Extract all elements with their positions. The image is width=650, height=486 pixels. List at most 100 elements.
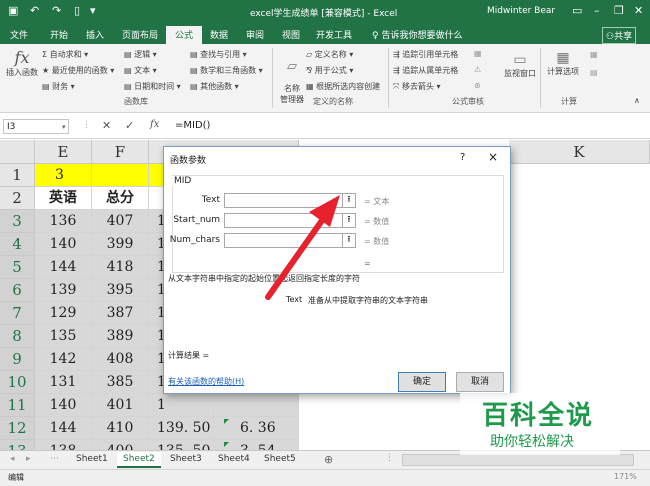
collapse-dialog-icon[interactable]: ⭱ [342, 213, 356, 228]
collapse-dialog-icon[interactable]: ⭱ [342, 193, 356, 208]
cell[interactable]: 140 [35, 394, 92, 417]
zoom-level[interactable]: 171% [614, 472, 637, 481]
lookup-button[interactable]: ▤ 查找与引用 ▾ [190, 49, 247, 60]
next-sheet-icon[interactable]: ▸ [26, 454, 31, 464]
name-box[interactable]: I3 ▾ [3, 119, 69, 134]
cell[interactable]: 418 [92, 256, 149, 279]
sheet-tab-1[interactable]: Sheet1 [70, 452, 114, 466]
share-button[interactable]: ⚇共享 [602, 27, 637, 44]
row-header[interactable]: 1 [0, 164, 35, 187]
fx-icon[interactable]: fx [150, 119, 159, 130]
save-icon[interactable]: ▣ [8, 4, 18, 17]
row-header[interactable]: 7 [0, 302, 35, 325]
tab-insert[interactable]: 插入 [86, 28, 104, 41]
cell[interactable]: 1 [149, 394, 214, 417]
cell[interactable]: 136 [35, 210, 92, 233]
cancel-icon[interactable]: ✕ [102, 119, 111, 132]
sheet-tab-3[interactable]: Sheet3 [164, 452, 208, 466]
calc-options-button[interactable]: ▦ 计算选项 [543, 50, 583, 77]
ribbon-display-icon[interactable]: ▭ [572, 4, 582, 17]
cell[interactable]: 399 [92, 233, 149, 256]
row-header[interactable]: 4 [0, 233, 35, 256]
close-icon[interactable]: × [488, 150, 498, 164]
create-from-selection-button[interactable]: ▦ 根据所选内容创建 [306, 81, 380, 92]
show-formulas-icon[interactable]: ▦ [474, 49, 482, 58]
cell[interactable]: 144 [35, 256, 92, 279]
sheet-tab-4[interactable]: Sheet4 [212, 452, 256, 466]
row-header[interactable]: 9 [0, 348, 35, 371]
calculate-sheet-icon[interactable]: ▤ [590, 68, 598, 77]
row-header[interactable]: 8 [0, 325, 35, 348]
error-check-icon[interactable]: ⚠ [474, 65, 481, 74]
trace-precedents-button[interactable]: ⇶ 追踪引用单元格 [393, 49, 458, 60]
tab-review[interactable]: 审阅 [246, 28, 264, 41]
text-functions-button[interactable]: ▤ 文本 ▾ [124, 65, 157, 76]
cell[interactable]: 139 [35, 279, 92, 302]
recent-functions-button[interactable]: ★ 最近使用的函数 ▾ [42, 65, 114, 76]
select-all-corner[interactable] [0, 140, 35, 164]
watch-window-button[interactable]: ▭ 监视窗口 [502, 52, 538, 79]
logical-button[interactable]: ▤ 逻辑 ▾ [124, 49, 157, 60]
row-header[interactable]: 10 [0, 371, 35, 394]
ok-button[interactable]: 确定 [398, 372, 446, 392]
name-manager-button[interactable]: ▱ 名称 管理器 [277, 50, 307, 114]
cell[interactable]: 385 [92, 371, 149, 394]
other-functions-button[interactable]: ▤ 其他函数 ▾ [190, 81, 239, 92]
remove-arrows-button[interactable]: ⤧ 移去箭头 ▾ [393, 81, 441, 92]
sheet-tab-2[interactable]: Sheet2 [117, 452, 161, 468]
more-sheets-icon[interactable]: ⋯ [50, 454, 59, 464]
cancel-button[interactable]: 取消 [456, 372, 504, 392]
restore-icon[interactable]: ❐ [614, 4, 624, 17]
tell-me-box[interactable]: ♀ 告诉我你想要做什么 [372, 28, 462, 41]
column-header-f[interactable]: F [92, 140, 149, 164]
tab-data[interactable]: 数据 [210, 28, 228, 41]
chevron-down-icon[interactable]: ▾ [62, 120, 66, 135]
cell[interactable]: 140 [35, 233, 92, 256]
insert-function-button[interactable]: fx 插入函数 [4, 48, 40, 78]
column-header-e[interactable]: E [35, 140, 92, 164]
calculate-now-icon[interactable]: ▦ [590, 50, 598, 59]
tab-home[interactable]: 开始 [50, 28, 68, 41]
define-name-button[interactable]: ▱ 定义名称 ▾ [306, 49, 353, 60]
cell[interactable]: 401 [92, 394, 149, 417]
row-header[interactable]: 3 [0, 210, 35, 233]
cell[interactable]: 387 [92, 302, 149, 325]
cell[interactable]: 英语 [35, 187, 92, 210]
customize-icon[interactable]: ▾ [90, 4, 96, 17]
num-chars-input[interactable] [224, 233, 356, 248]
prev-sheet-icon[interactable]: ◂ [10, 454, 15, 464]
row-header[interactable]: 12 [0, 417, 35, 440]
cell[interactable]: 135 [35, 325, 92, 348]
tab-view[interactable]: 视图 [282, 28, 300, 41]
redo-icon[interactable]: ↷ [52, 4, 61, 17]
horizontal-scrollbar[interactable] [402, 454, 634, 466]
cell[interactable]: 139. 50 [149, 417, 214, 440]
cell[interactable]: 142 [35, 348, 92, 371]
row-header[interactable]: 2 [0, 187, 35, 210]
help-icon[interactable]: ? [460, 152, 465, 163]
collapse-ribbon-icon[interactable]: ∧ [634, 96, 640, 105]
enter-icon[interactable]: ✓ [125, 119, 134, 132]
evaluate-formula-icon[interactable]: ⊛ [474, 81, 481, 90]
math-button[interactable]: ▤ 数学和三角函数 ▾ [190, 65, 263, 76]
close-icon[interactable]: ✕ [634, 4, 643, 17]
row-header[interactable]: 5 [0, 256, 35, 279]
collapse-dialog-icon[interactable]: ⭱ [342, 233, 356, 248]
cell[interactable]: 6. 36 [214, 417, 299, 440]
sheet-tab-5[interactable]: Sheet5 [258, 452, 302, 466]
financial-button[interactable]: ▤ 财务 ▾ [42, 81, 75, 92]
trace-dependents-button[interactable]: ⇶ 追踪从属单元格 [393, 65, 458, 76]
column-header-k[interactable]: K [509, 140, 650, 164]
row-header[interactable]: 6 [0, 279, 35, 302]
datetime-button[interactable]: ▤ 日期和时间 ▾ [124, 81, 181, 92]
text-input[interactable] [224, 193, 356, 208]
cell[interactable]: 144 [35, 417, 92, 440]
help-link[interactable]: 有关该函数的帮助(H) [168, 376, 244, 387]
tab-developer[interactable]: 开发工具 [316, 28, 352, 41]
cell[interactable]: 410 [92, 417, 149, 440]
start-num-input[interactable] [224, 213, 356, 228]
use-in-formula-button[interactable]: ⅋ 用于公式 ▾ [306, 65, 353, 76]
row-header[interactable]: 11 [0, 394, 35, 417]
undo-icon[interactable]: ↶ [30, 4, 39, 17]
cell[interactable]: 408 [92, 348, 149, 371]
